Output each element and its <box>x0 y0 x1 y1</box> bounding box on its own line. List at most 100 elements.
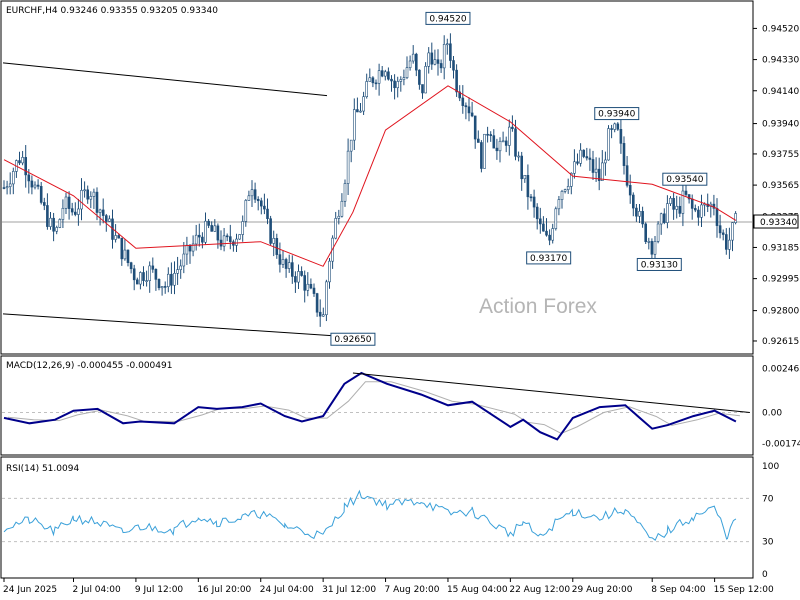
candle-body <box>30 180 34 188</box>
candle-body <box>476 138 480 143</box>
candle-body <box>473 115 477 140</box>
time-tick-label: 24 Jul 04:00 <box>260 585 314 595</box>
candle-body <box>464 105 468 108</box>
candle-body <box>294 276 297 283</box>
candle-body <box>675 205 679 210</box>
candle-body <box>170 273 173 286</box>
time-tick-label: 2 Jul 04:00 <box>73 585 122 595</box>
candle-body <box>278 254 282 265</box>
candle-body <box>538 218 542 225</box>
candle-body <box>225 235 229 238</box>
candle-body <box>300 271 303 276</box>
candle-body <box>377 70 381 84</box>
annotation-label: 0.93540 <box>666 175 703 185</box>
candle-body <box>179 265 182 270</box>
candle-body <box>142 272 145 281</box>
candle-body <box>387 71 390 80</box>
candle-body <box>734 213 737 223</box>
candle-body <box>89 196 93 200</box>
candle-body <box>108 218 111 222</box>
candle-body <box>414 53 418 71</box>
candle-body <box>452 60 455 71</box>
candle-body <box>501 140 505 143</box>
time-tick-label: 31 Jul 12:00 <box>322 585 376 595</box>
candle-body <box>349 139 353 152</box>
macd-header: MACD(12,26,9) -0.000455 -0.000491 <box>6 361 172 371</box>
candle-body <box>700 204 703 218</box>
price-tick-label: 0.94140 <box>762 87 799 97</box>
candle-body <box>638 211 641 217</box>
candle-body <box>74 211 77 215</box>
candle-body <box>585 156 589 159</box>
candle-body <box>229 236 232 243</box>
candle-body <box>662 213 666 223</box>
candle-body <box>70 208 74 213</box>
candle-body <box>616 123 620 130</box>
candle-body <box>402 77 406 80</box>
candle-body <box>526 175 530 198</box>
rsi-tick-label: 30 <box>762 538 774 548</box>
candle-body <box>290 262 294 277</box>
candle-body <box>256 198 260 202</box>
candle-body <box>455 69 458 93</box>
rsi-tick-label: 0 <box>762 570 768 580</box>
candle-body <box>61 207 65 220</box>
candle-body <box>250 189 254 197</box>
time-tick-label: 8 Sep 04:00 <box>651 585 706 595</box>
candle-body <box>383 71 387 77</box>
candle-body <box>95 191 99 213</box>
candle-body <box>411 53 415 62</box>
candle-body <box>49 217 52 227</box>
candle-body <box>362 96 365 112</box>
candle-body <box>101 209 105 216</box>
candle-body <box>325 281 328 316</box>
candle-body <box>207 220 210 226</box>
candle-body <box>120 237 124 260</box>
price-tick-label: 0.93940 <box>762 120 799 130</box>
candle-body <box>607 128 610 161</box>
candle-body <box>650 241 654 255</box>
candle-body <box>352 109 356 141</box>
candle-body <box>693 208 697 211</box>
candle-body <box>625 165 629 186</box>
price-tick-label: 0.94520 <box>762 24 799 34</box>
candle-body <box>517 155 520 158</box>
candle-body <box>24 157 28 176</box>
candle-body <box>185 244 189 255</box>
candle-body <box>430 52 434 65</box>
candle-body <box>328 260 331 283</box>
candle-body <box>393 80 396 89</box>
candle-body <box>132 268 136 281</box>
candle-body <box>681 190 685 214</box>
candle-body <box>160 286 164 289</box>
candle-body <box>275 238 279 255</box>
candle-body <box>520 155 524 180</box>
candle-body <box>374 82 378 85</box>
price-tick-label: 0.93755 <box>762 150 799 160</box>
rsi-tick-label: 70 <box>762 494 774 504</box>
candle-body <box>287 262 291 269</box>
candle-body <box>167 273 170 288</box>
price-pane <box>0 0 754 355</box>
candle-body <box>724 234 728 250</box>
annotation-label: 0.93940 <box>598 110 635 120</box>
candle-body <box>194 234 198 245</box>
candle-body <box>399 79 403 82</box>
candle-body <box>498 140 502 152</box>
candle-body <box>2 187 6 189</box>
rsi-tick-label: 100 <box>762 462 779 472</box>
candle-body <box>309 283 313 289</box>
candle-body <box>427 52 431 67</box>
candle-body <box>80 190 83 210</box>
candle-body <box>672 197 675 210</box>
candle-body <box>656 223 660 242</box>
candle-body <box>641 211 644 225</box>
candle-body <box>436 59 440 64</box>
candle-body <box>557 199 561 210</box>
candle-body <box>628 185 632 196</box>
candle-body <box>253 189 257 200</box>
candle-body <box>613 123 617 130</box>
candle-body <box>235 238 238 246</box>
candle-body <box>566 186 570 190</box>
candle-body <box>148 265 151 281</box>
